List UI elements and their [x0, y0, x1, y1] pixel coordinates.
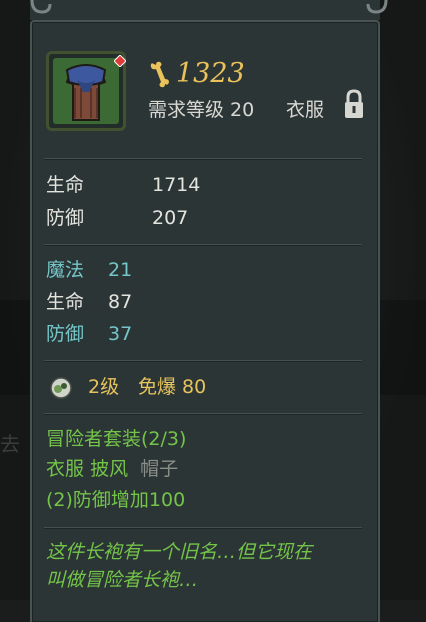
- divider: [44, 527, 362, 528]
- stat-label-hp: 生命: [46, 174, 85, 196]
- item-title: [120, 0, 300, 10]
- divider: [44, 158, 362, 159]
- bonus-label-def: 防御: [46, 323, 85, 345]
- level-requirement: 需求等级 20: [148, 99, 255, 121]
- divider: [44, 244, 362, 245]
- flavor-text-line-1: 这件长袍有一个旧名…但它现在: [46, 541, 313, 563]
- set-piece-hat: 帽子: [140, 458, 179, 480]
- stat-value-hp: 1714: [152, 174, 201, 196]
- item-value: 1323: [176, 58, 245, 89]
- bonus-label-mp: 魔法: [46, 259, 85, 281]
- bonus-label-hp: 生命: [46, 291, 85, 313]
- padlock-icon[interactable]: [343, 88, 365, 122]
- stat-label-def: 防御: [46, 207, 85, 229]
- set-name: 冒险者套装(2/3): [46, 428, 187, 450]
- stat-value-def: 207: [152, 207, 189, 229]
- robe-icon: [53, 58, 119, 124]
- red-gem-icon: [113, 52, 127, 68]
- title-ornament-left-icon: [28, 0, 68, 20]
- set-bonus: (2)防御增加100: [46, 489, 186, 511]
- item-type: 衣服: [286, 99, 325, 121]
- bonus-value-def: 37: [108, 323, 133, 345]
- bone-icon: [146, 60, 172, 90]
- bonus-value-hp: 87: [108, 291, 133, 313]
- divider: [44, 360, 362, 361]
- set-piece-robe: 衣服: [46, 458, 85, 480]
- set-piece-cape: 披风: [90, 458, 129, 480]
- bonus-value-mp: 21: [108, 259, 133, 281]
- flavor-text-line-2: 叫做冒险者长袍…: [46, 569, 199, 591]
- orb-icon: [50, 377, 72, 399]
- divider: [44, 413, 362, 414]
- title-ornament-right-icon: [350, 0, 390, 20]
- set-pieces: 衣服 披风 帽子: [46, 455, 178, 483]
- socket-effect: 免爆 80: [138, 376, 207, 398]
- socket-level: 2级: [88, 376, 120, 398]
- background-text: 去: [0, 432, 20, 456]
